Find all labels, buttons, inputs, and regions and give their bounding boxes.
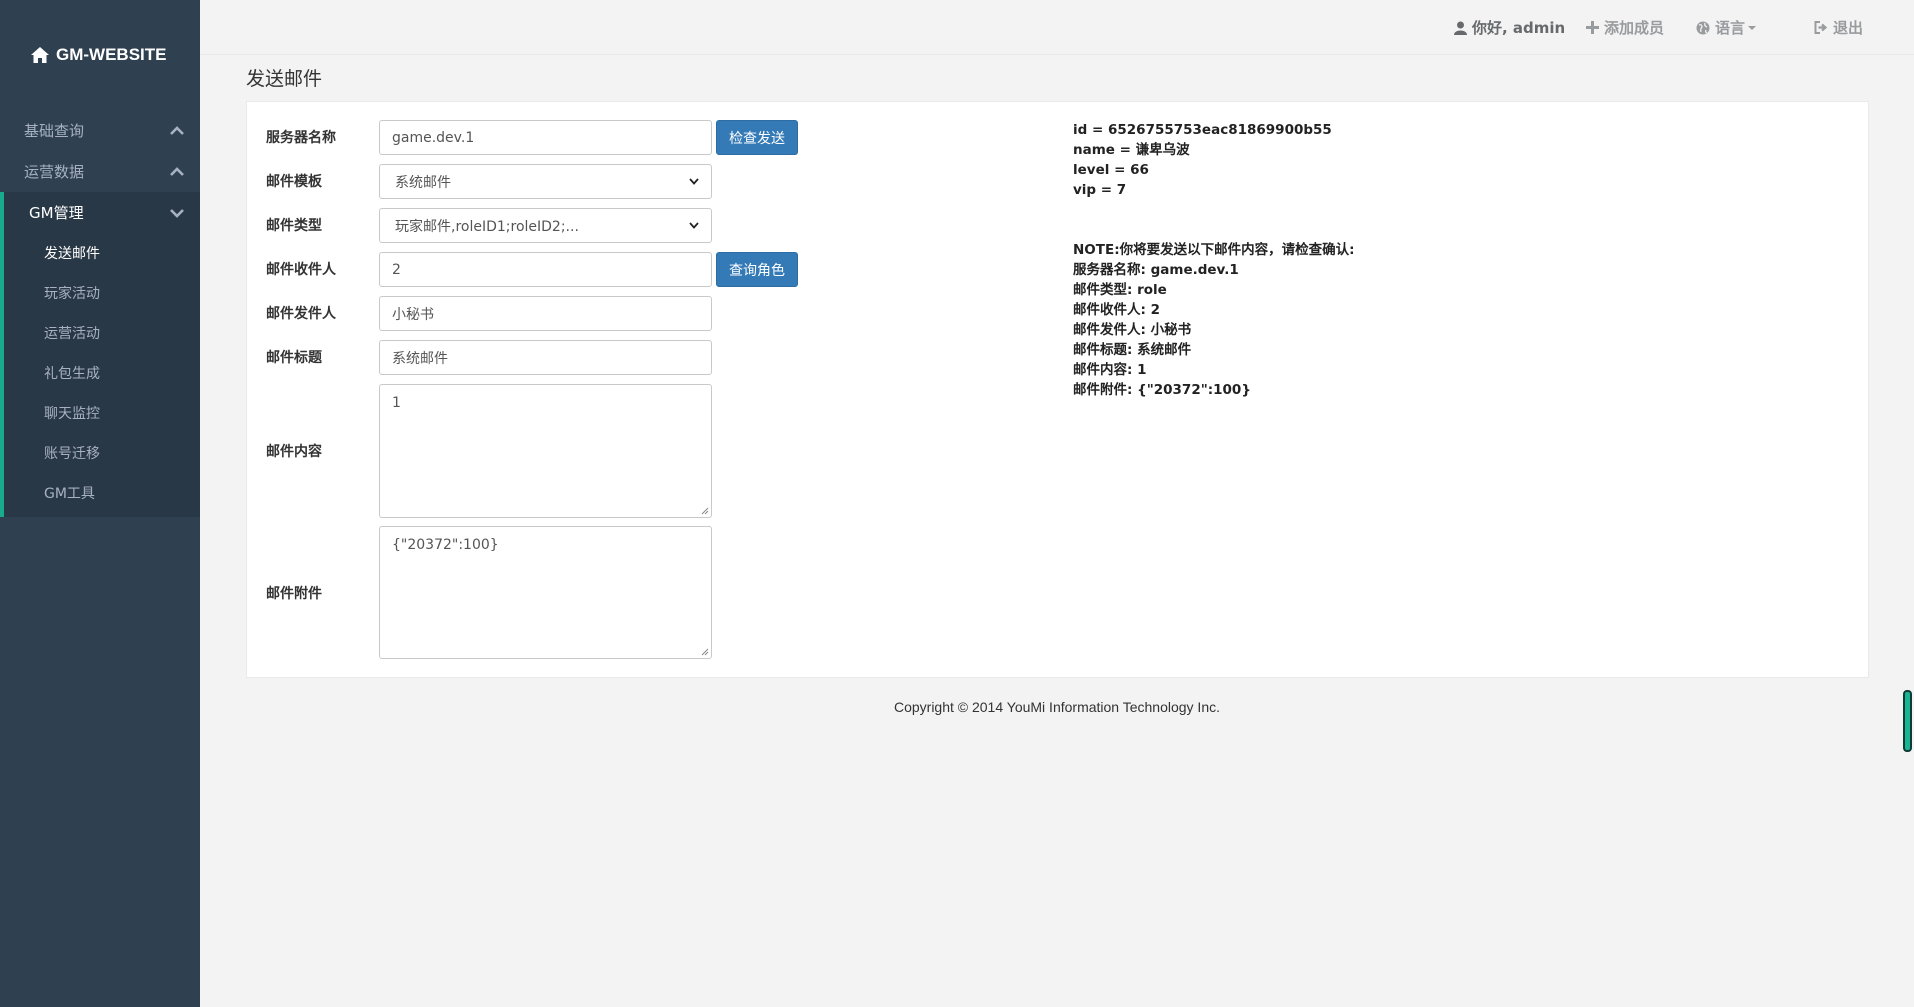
logout-label: 退出 xyxy=(1833,19,1864,37)
content-value: 1 xyxy=(392,395,401,411)
content-label: 邮件内容 xyxy=(266,444,322,460)
sidebar-item-send-mail[interactable]: 发送邮件 xyxy=(4,233,200,273)
top-navbar: 你好, admin 添加成员 语言 退出 xyxy=(200,0,1914,55)
confirm-info: NOTE:你将要发送以下邮件内容，请检查确认: 服务器名称: game.dev.… xyxy=(1073,240,1355,400)
query-role-button[interactable]: 查询角色 xyxy=(716,252,798,287)
attachment-label: 邮件附件 xyxy=(266,586,322,602)
role-info-line: vip = 7 xyxy=(1073,182,1127,198)
sidebar-group-basic-query[interactable]: 基础查询 xyxy=(0,110,200,151)
sidebar: GM-WEBSITE 基础查询 运营数据 GM管理 发送邮件 玩家活动 运营活动… xyxy=(0,0,200,1007)
user-greeting[interactable]: 你好, admin xyxy=(1454,0,1565,55)
footer-copyright: Copyright © 2014 YouMi Information Techn… xyxy=(893,699,1221,715)
role-info-line: id = 6526755753eac81869900b55 xyxy=(1073,122,1332,138)
attachment-value: {"20372":100} xyxy=(392,537,499,553)
confirm-line: 邮件标题: 系统邮件 xyxy=(1073,342,1192,358)
chevron-up-icon xyxy=(170,125,184,135)
mail-type-label: 邮件类型 xyxy=(266,218,322,234)
scroll-handle[interactable] xyxy=(1903,690,1912,752)
resize-grip-icon[interactable] xyxy=(700,506,709,515)
chevron-down-icon xyxy=(689,178,699,185)
server-name-input[interactable]: game.dev.1 xyxy=(379,120,712,155)
chevron-down-icon xyxy=(689,222,699,229)
logout-icon xyxy=(1814,21,1828,34)
mail-type-select[interactable]: 玩家邮件,roleID1;roleID2;... xyxy=(379,208,712,243)
server-name-value: game.dev.1 xyxy=(392,129,475,146)
greeting-text: 你好, admin xyxy=(1472,19,1566,37)
page-title: 发送邮件 xyxy=(246,68,323,90)
mail-type-value: 玩家邮件,roleID1;roleID2;... xyxy=(395,218,579,235)
send-mail-panel: 服务器名称 game.dev.1 检查发送 邮件模板 系统邮件 邮件类型 玩家邮… xyxy=(246,101,1869,678)
logout-link[interactable]: 退出 xyxy=(1814,0,1863,55)
attachment-textarea[interactable]: {"20372":100} xyxy=(379,526,712,659)
confirm-line: 邮件类型: role xyxy=(1073,282,1167,298)
sidebar-item-account-migrate[interactable]: 账号迁移 xyxy=(4,433,200,473)
sidebar-group-label: 基础查询 xyxy=(24,122,85,140)
subject-label: 邮件标题 xyxy=(266,350,322,366)
sender-label: 邮件发件人 xyxy=(266,306,336,322)
chevron-up-icon xyxy=(170,166,184,176)
subject-value: 系统邮件 xyxy=(392,350,448,367)
sidebar-group-gm-manage[interactable]: GM管理 xyxy=(0,192,200,233)
check-send-button[interactable]: 检查发送 xyxy=(716,120,798,155)
server-name-label: 服务器名称 xyxy=(266,130,336,146)
recipient-label: 邮件收件人 xyxy=(266,262,336,278)
sidebar-item-gm-tools[interactable]: GM工具 xyxy=(4,473,200,513)
mail-template-select[interactable]: 系统邮件 xyxy=(379,164,712,199)
mail-template-label: 邮件模板 xyxy=(266,174,322,190)
mail-template-value: 系统邮件 xyxy=(395,174,451,191)
sender-value: 小秘书 xyxy=(392,306,434,323)
plus-icon xyxy=(1586,21,1599,34)
language-dropdown[interactable]: 语言 xyxy=(1696,0,1757,55)
recipient-value: 2 xyxy=(392,261,401,278)
confirm-line: 邮件内容: 1 xyxy=(1073,362,1147,378)
brand[interactable]: GM-WEBSITE xyxy=(0,0,200,110)
sidebar-group-ops-data[interactable]: 运营数据 xyxy=(0,151,200,192)
role-info-line: level = 66 xyxy=(1073,162,1149,178)
subject-input[interactable]: 系统邮件 xyxy=(379,340,712,375)
confirm-line: 服务器名称: game.dev.1 xyxy=(1073,262,1239,278)
chevron-down-icon xyxy=(170,208,184,218)
sidebar-item-gift-generate[interactable]: 礼包生成 xyxy=(4,353,200,393)
home-icon xyxy=(31,47,49,63)
caret-down-icon xyxy=(1748,25,1757,30)
brand-title: GM-WEBSITE xyxy=(56,45,167,64)
confirm-note: NOTE:你将要发送以下邮件内容，请检查确认: xyxy=(1073,242,1355,258)
sender-input[interactable]: 小秘书 xyxy=(379,296,712,331)
confirm-line: 邮件附件: {"20372":100} xyxy=(1073,382,1251,398)
content-textarea[interactable]: 1 xyxy=(379,384,712,518)
add-member-label: 添加成员 xyxy=(1604,19,1665,37)
add-member-link[interactable]: 添加成员 xyxy=(1586,0,1664,55)
sidebar-item-chat-monitor[interactable]: 聊天监控 xyxy=(4,393,200,433)
sidebar-item-ops-activity[interactable]: 运营活动 xyxy=(4,313,200,353)
confirm-line: 邮件收件人: 2 xyxy=(1073,302,1160,318)
sidebar-group-label: GM管理 xyxy=(29,204,84,222)
gm-submenu: 发送邮件 玩家活动 运营活动 礼包生成 聊天监控 账号迁移 GM工具 xyxy=(0,233,200,517)
user-icon xyxy=(1454,21,1467,35)
role-info-line: name = 谦卑乌波 xyxy=(1073,142,1190,158)
globe-icon xyxy=(1696,21,1710,34)
resize-grip-icon[interactable] xyxy=(700,647,709,656)
confirm-line: 邮件发件人: 小秘书 xyxy=(1073,322,1192,338)
sidebar-item-player-activity[interactable]: 玩家活动 xyxy=(4,273,200,313)
language-label: 语言 xyxy=(1715,19,1746,37)
sidebar-group-label: 运营数据 xyxy=(24,163,85,181)
role-info: id = 6526755753eac81869900b55 name = 谦卑乌… xyxy=(1073,120,1332,200)
recipient-input[interactable]: 2 xyxy=(379,252,712,287)
